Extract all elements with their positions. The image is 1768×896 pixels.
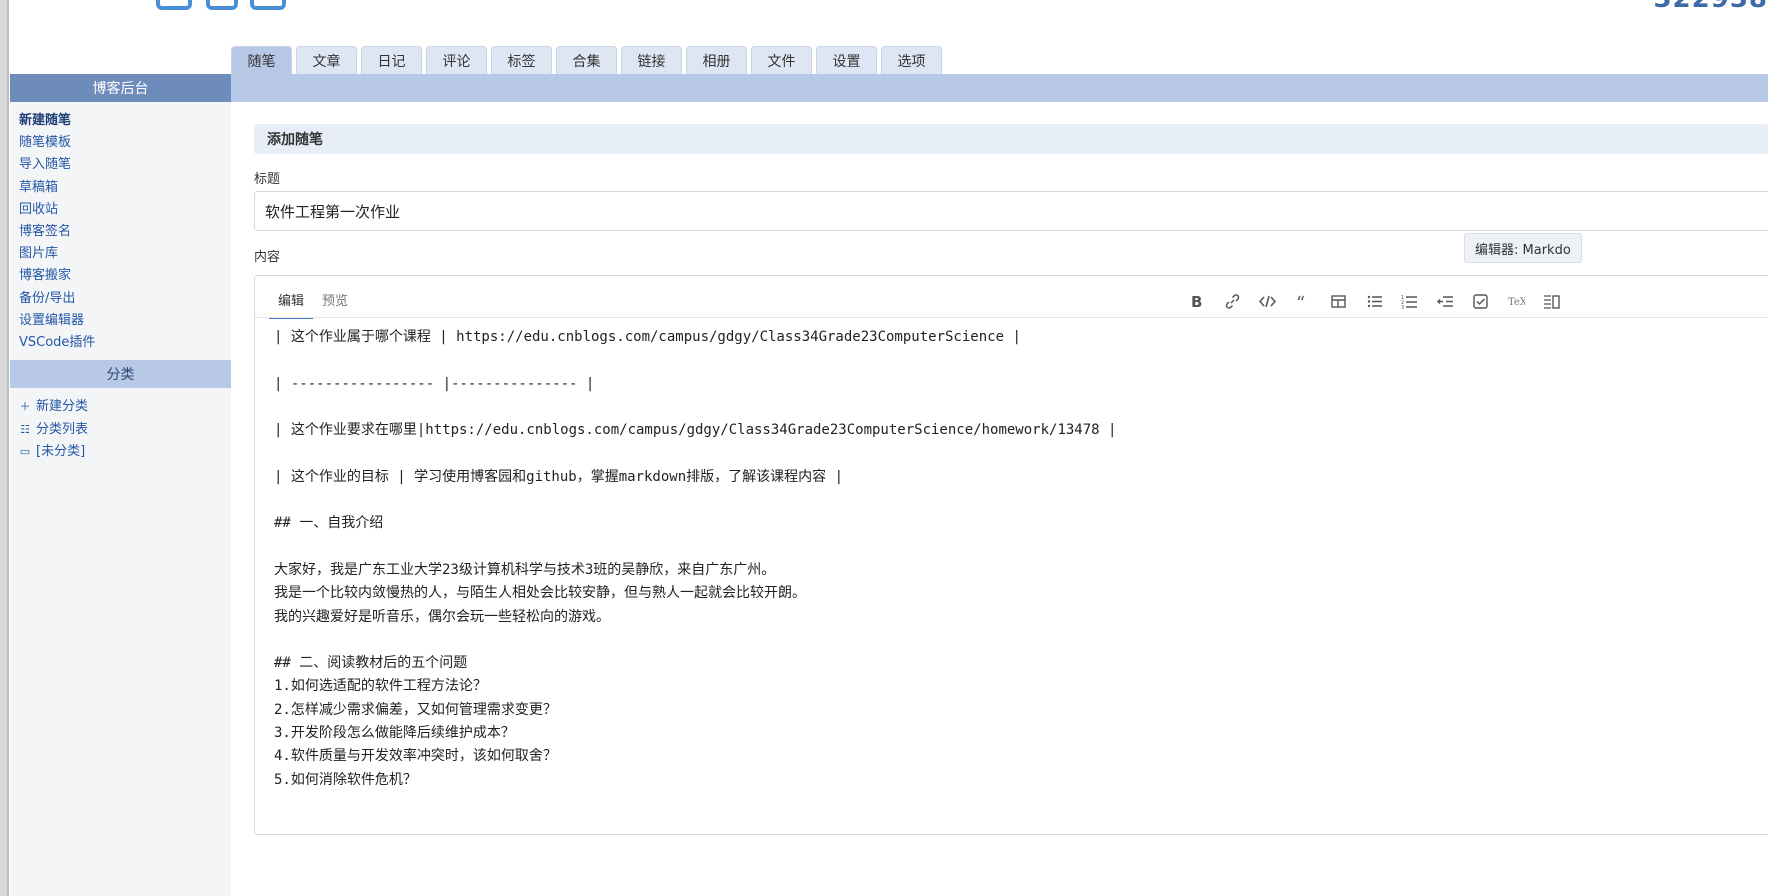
- folder-icon: ▭: [19, 445, 31, 459]
- sidebar-link-4[interactable]: 回收站: [19, 199, 231, 221]
- category-title: 分类: [10, 360, 231, 389]
- plus-icon: ＋: [19, 400, 31, 414]
- sidebar-link-1[interactable]: 随笔模板: [19, 132, 231, 154]
- section-title: 添加随笔: [254, 124, 1768, 154]
- category-label: 分类列表: [36, 421, 89, 437]
- editor-divider: [255, 317, 1768, 318]
- content-line: 4.软件质量与开发效率冲突时，该如何取舍？: [274, 748, 557, 765]
- tab-0[interactable]: 随笔: [231, 46, 292, 74]
- quote-icon[interactable]: “: [1286, 290, 1322, 312]
- category-label: 新建分类: [36, 399, 89, 415]
- content-textarea[interactable]: | 这个作业属于哪个课程 | https://edu.cnblogs.com/c…: [274, 326, 1768, 792]
- window-left-edge: [0, 0, 9, 896]
- tab-3[interactable]: 评论: [426, 46, 487, 74]
- editor-toolbar: B “ 1 2 3 TeX: [1179, 290, 1570, 312]
- main-panel: 添加随笔 标题 软件工程第一次作业 内容 编辑器: Markdo 编辑 预览 B “…: [254, 124, 1768, 835]
- content-line: | 这个作业要求在哪里|https://edu.cnblogs.com/camp…: [274, 422, 1117, 439]
- site-logo: [150, 0, 290, 10]
- tab-10[interactable]: 选项: [881, 46, 942, 74]
- content-line: 我是一个比较内敛慢热的人，与陌生人相处会比较安静，但与熟人一起就会比较开朗。: [274, 585, 806, 602]
- sidebar-link-0[interactable]: 新建随笔: [19, 110, 231, 132]
- title-input[interactable]: 软件工程第一次作业: [254, 191, 1768, 231]
- title-label: 标题: [254, 172, 281, 187]
- sidebar: 博客后台 新建随笔 随笔模板 导入随笔 草稿箱 回收站 博客签名 图片库 博客搬家 备份/导出设…: [10, 74, 231, 896]
- category-list: ＋ 新建分类 ☷ 分类列表 ▭ [未分类]: [10, 388, 231, 464]
- svg-text:“: “: [1296, 293, 1305, 310]
- editor-tab-0[interactable]: 编辑: [269, 286, 314, 319]
- tab-9[interactable]: 设置: [816, 46, 877, 74]
- content-line: ## 二、阅读教材后的五个问题: [274, 655, 468, 672]
- content-line: 5.如何消除软件危机？: [274, 771, 417, 788]
- tex-icon[interactable]: TeX: [1499, 290, 1535, 312]
- editor-select[interactable]: 编辑器: Markdo: [1464, 233, 1582, 263]
- content-line: 2.怎样减少需求偏差，又如何管理需求变更？: [274, 701, 557, 718]
- main-tabs: 随笔 文章 日记 评论 标签 合集 链接 相册 文件 设置 选项: [231, 46, 942, 74]
- tab-2[interactable]: 日记: [361, 46, 422, 74]
- sidebar-links: 新建随笔 随笔模板 导入随笔 草稿箱 回收站 博客签名 图片库 博客搬家 备份/导出 设置编辑器 V…: [10, 102, 231, 360]
- sidebar-title: 博客后台: [10, 74, 231, 102]
- tab-1[interactable]: 文章: [296, 46, 357, 74]
- link-icon[interactable]: [1215, 290, 1251, 312]
- category-item-2[interactable]: ▭ [未分类]: [19, 441, 231, 464]
- content-line: 1.如何选适配的软件工程方法论？: [274, 678, 487, 695]
- split-view-icon[interactable]: [1534, 290, 1570, 312]
- editor-tabs: 编辑 预览: [269, 286, 357, 319]
- tab-7[interactable]: 相册: [686, 46, 747, 74]
- tab-8[interactable]: 文件: [751, 46, 812, 74]
- content-line: [274, 442, 1768, 465]
- numbered-list-icon[interactable]: 123: [1392, 290, 1428, 312]
- sidebar-link-5[interactable]: 博客签名: [19, 221, 231, 243]
- content-line: 3.开发阶段怎么做能降后续维护成本？: [274, 725, 515, 742]
- list-icon: ☷: [20, 422, 30, 436]
- content-line: [274, 489, 1768, 512]
- svg-text:B: B: [1191, 293, 1202, 310]
- svg-text:3: 3: [1401, 305, 1404, 310]
- sidebar-link-9[interactable]: 设置编辑器: [19, 310, 231, 332]
- tab-5[interactable]: 合集: [556, 46, 617, 74]
- bold-icon[interactable]: B: [1179, 290, 1215, 312]
- content-line: 大家好，我是广东工业大学23级计算机科学与技术3班的吴静欣，来自广东广州。: [274, 561, 776, 578]
- content-line: [274, 396, 1768, 419]
- content-line: [274, 349, 1768, 372]
- content-line: | 这个作业的目标 | 学习使用博客园和github，掌握markdown排版，…: [274, 468, 844, 485]
- tab-4[interactable]: 标签: [491, 46, 552, 74]
- sidebar-link-8[interactable]: 备份/导出: [19, 288, 231, 310]
- sidebar-link-10[interactable]: VSCode插件: [19, 332, 231, 354]
- content-line: | ----------------- |--------------- |: [274, 375, 595, 392]
- svg-text:TeX: TeX: [1508, 297, 1525, 308]
- sidebar-link-3[interactable]: 草稿箱: [19, 177, 231, 199]
- tab-6[interactable]: 链接: [621, 46, 682, 74]
- sidebar-link-6[interactable]: 图片库: [19, 243, 231, 265]
- checkbox-icon[interactable]: [1463, 290, 1499, 312]
- code-icon[interactable]: [1250, 290, 1286, 312]
- tab-bar-strip: [231, 74, 1768, 102]
- sidebar-link-2[interactable]: 导入随笔: [19, 154, 231, 176]
- content-line: ## 一、自我介绍: [274, 515, 384, 532]
- sidebar-link-7[interactable]: 博客搬家: [19, 265, 231, 287]
- editor-tab-1[interactable]: 预览: [313, 286, 357, 319]
- content-line: [274, 536, 1768, 559]
- indent-icon[interactable]: [1428, 290, 1464, 312]
- bullet-list-icon[interactable]: [1357, 290, 1393, 312]
- content-line: 我的兴趣爱好是听音乐，偶尔会玩一些轻松向的游戏。: [274, 608, 610, 625]
- category-label: [未分类]: [36, 444, 86, 460]
- category-item-0[interactable]: ＋ 新建分类: [19, 396, 231, 419]
- table-icon[interactable]: [1321, 290, 1357, 312]
- markdown-editor: 编辑 预览 B “ 1 2 3 TeX | 这个作业属于哪个课程 | https://edu…: [254, 275, 1768, 835]
- category-item-1[interactable]: ☷ 分类列表: [19, 419, 231, 442]
- content-line: | 这个作业属于哪个课程 | https://edu.cnblogs.com/c…: [274, 329, 1021, 345]
- header-counter: 322938: [1653, 0, 1768, 14]
- content-line: [274, 629, 1768, 652]
- content-row: 内容 编辑器: Markdo: [254, 233, 1768, 266]
